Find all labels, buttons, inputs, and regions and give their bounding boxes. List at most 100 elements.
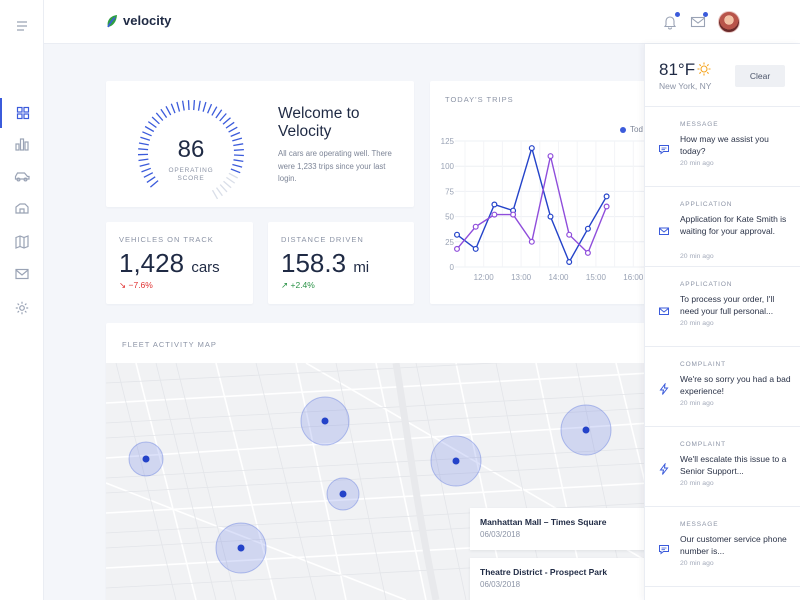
location-card[interactable]: Theatre District - Prospect Park 06/03/2… (470, 558, 650, 600)
data-point[interactable] (472, 223, 479, 230)
gauge-tick (223, 180, 232, 189)
vehicles-change: ↘ −7.6% (119, 280, 153, 291)
notification-item[interactable]: MESSAGE How may we assist you today? 20 mi… (645, 107, 800, 187)
fleet-marker[interactable] (430, 435, 482, 487)
gauge-value: 86 (177, 136, 205, 163)
data-point[interactable] (454, 245, 461, 252)
gauge-tick (233, 143, 244, 147)
y-tick-label: 50 (445, 213, 454, 222)
notification-text: Application for Kate Smith is waiting fo… (680, 214, 787, 236)
distance-change-value: +2.4% (290, 280, 315, 290)
gauge-tick (155, 112, 164, 121)
notification-time: 20 min ago (680, 320, 714, 327)
gauge-tick (211, 106, 218, 116)
mail-icon (15, 268, 29, 280)
sun-icon (697, 62, 711, 76)
messages-button[interactable] (690, 12, 708, 30)
notifications-button[interactable] (662, 12, 680, 30)
lightning-icon (659, 383, 669, 395)
data-point[interactable] (454, 231, 461, 238)
notification-item[interactable]: COMPLAINT We're so sorry you had a bad ex… (645, 347, 800, 427)
nav-map[interactable] (0, 227, 44, 257)
gauge-tick (139, 163, 150, 167)
gauge-tick (222, 117, 231, 125)
data-point[interactable] (547, 153, 554, 160)
y-tick-label: 100 (441, 162, 455, 171)
trips-chart-card: TODAY'S TRIPS Tod 0 25 50 75 100 125 12:00 13:0… (430, 81, 650, 304)
location-card[interactable]: Manhattan Mall – Times Square 06/03/2018 (470, 508, 650, 550)
welcome-text: All cars are operating well. There were … (278, 149, 392, 183)
gauge-tick (219, 113, 227, 122)
gauge-tick (230, 168, 241, 174)
data-point[interactable] (491, 201, 498, 208)
gauge-tick (193, 100, 196, 111)
leaf-logo-icon (107, 14, 117, 27)
fleet-marker[interactable] (128, 441, 164, 477)
location-title: Manhattan Mall – Times Square (480, 517, 607, 527)
fleet-marker[interactable] (560, 404, 612, 456)
vehicles-value: 1,428 cars (119, 248, 220, 279)
gauge-tick (233, 148, 244, 151)
nav-dashboard[interactable] (0, 98, 44, 128)
nav-analytics[interactable] (0, 129, 44, 159)
data-point[interactable] (584, 225, 591, 232)
gauge-tick (170, 103, 176, 114)
nav-vehicles[interactable] (0, 161, 44, 191)
clear-button[interactable]: Clear (735, 65, 785, 87)
gauge-tick (215, 109, 223, 119)
data-point[interactable] (528, 145, 535, 152)
user-avatar[interactable] (718, 11, 740, 33)
data-point[interactable] (603, 193, 610, 200)
nav-settings[interactable] (0, 293, 44, 323)
notification-time: 20 min ago (680, 560, 714, 567)
top-bar: velocity (44, 0, 800, 44)
notifications-panel: 81°F New York, NY Clear MESSAGE How may w… (644, 44, 800, 600)
gauge-tick (142, 131, 152, 137)
gauge-tick (181, 100, 185, 111)
nav-messages[interactable] (0, 259, 44, 289)
y-tick-label: 25 (445, 238, 454, 247)
notification-time: 20 min ago (680, 400, 714, 407)
menu-button[interactable] (0, 11, 44, 41)
gauge-tick (215, 187, 223, 197)
data-point[interactable] (566, 231, 573, 238)
gauge-tick (141, 167, 152, 173)
arrow-up-icon: ↗ (281, 280, 289, 290)
chat-icon (659, 545, 669, 555)
notification-item[interactable]: APPLICATION Application for Kate Smith is… (645, 187, 800, 267)
notification-time: 20 min ago (680, 160, 714, 167)
gauge-tick (144, 125, 155, 133)
data-point[interactable] (547, 213, 554, 220)
gauge-tick (228, 172, 239, 179)
nav-deliveries[interactable] (0, 194, 44, 224)
notification-item[interactable]: COMPLAINT We'll escalate this issue to a … (645, 427, 800, 507)
data-point[interactable] (528, 238, 535, 245)
notification-type: COMPLAINT (680, 361, 727, 368)
app-logo[interactable]: velocity (106, 13, 171, 28)
fleet-marker[interactable] (326, 477, 360, 511)
fleet-marker[interactable] (300, 396, 350, 446)
gauge-label: OPERATING SCORE (168, 167, 214, 182)
data-point[interactable] (584, 249, 591, 256)
gauge-tick (187, 100, 190, 111)
fleet-marker[interactable] (215, 522, 267, 574)
gauge-tick (138, 148, 149, 151)
data-point[interactable] (472, 245, 479, 252)
sidebar (0, 0, 44, 600)
notification-time: 20 min ago (680, 253, 714, 260)
y-tick-label: 75 (445, 187, 454, 196)
gauge-tick (226, 176, 236, 184)
vehicles-change-value: −7.6% (128, 280, 153, 290)
data-point[interactable] (603, 203, 610, 210)
data-point[interactable] (491, 211, 498, 218)
data-point[interactable] (566, 259, 573, 266)
data-point[interactable] (510, 211, 517, 218)
notification-type: APPLICATION (680, 281, 733, 288)
gauge-tick (230, 131, 241, 137)
trips-line-chart: 0 25 50 75 100 125 12:00 13:00 14:00 15:00 16:00 (441, 137, 650, 282)
notification-item[interactable]: MESSAGE Our customer service phone number… (645, 507, 800, 587)
notification-item[interactable]: APPLICATION To process your order, I'll n… (645, 267, 800, 347)
notification-dot (675, 12, 680, 17)
app-name: velocity (123, 13, 172, 28)
fleet-map[interactable]: Manhattan Mall – Times Square 06/03/2018… (106, 363, 650, 600)
